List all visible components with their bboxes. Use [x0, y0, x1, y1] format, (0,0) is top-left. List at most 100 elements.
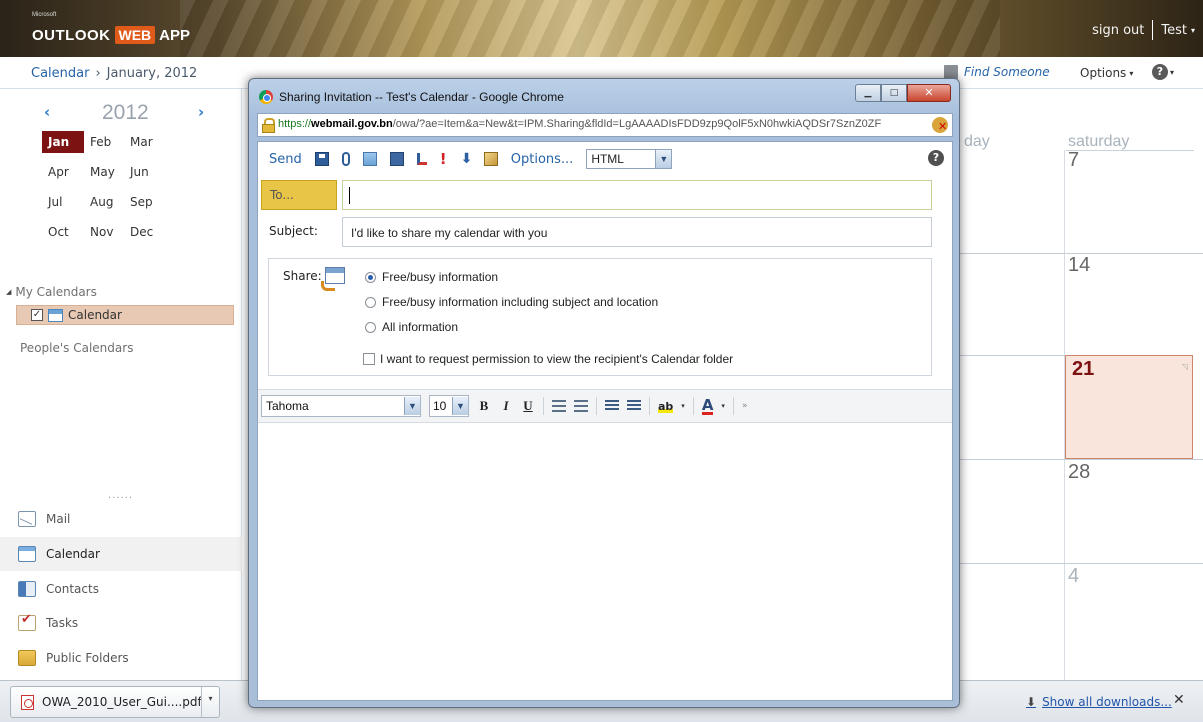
address-bar[interactable]: https://webmail.gov.bn/owa/?ae=Item&a=Ne…	[257, 113, 953, 137]
user-menu[interactable]: Test ▾	[1161, 23, 1195, 38]
check-names-icon[interactable]	[416, 153, 427, 165]
help-icon[interactable]: ?	[928, 150, 944, 166]
attach-icon[interactable]	[341, 152, 350, 166]
contacts-icon	[18, 581, 36, 597]
highlight-icon[interactable]: ab	[658, 399, 674, 413]
save-icon[interactable]	[314, 152, 329, 166]
options-button[interactable]: Options...	[511, 152, 574, 167]
nav-tasks[interactable]: Tasks	[0, 606, 242, 640]
message-format-select[interactable]: HTML ▼	[586, 149, 673, 169]
bullet-list-icon[interactable]	[552, 400, 566, 412]
share-option-freebusy-subject[interactable]: Free/busy information including subject …	[365, 295, 658, 309]
numbered-list-icon[interactable]	[574, 400, 588, 412]
logo-outlook: OUTLOOK	[32, 27, 111, 44]
nav-contacts[interactable]: Contacts	[0, 572, 242, 606]
low-importance-icon[interactable]: ⬇	[461, 152, 473, 166]
address-book-icon[interactable]	[389, 152, 404, 166]
month-jul[interactable]: Jul	[42, 191, 84, 213]
more-options-icon[interactable]: »	[742, 401, 748, 411]
date-cell-14[interactable]: 14	[1068, 254, 1090, 277]
today-date: 21	[1072, 358, 1095, 380]
request-permission-option[interactable]: I want to request permission to view the…	[363, 352, 733, 366]
toolbar-separator	[596, 397, 597, 415]
chevron-down-icon[interactable]: ▾	[721, 402, 725, 410]
high-importance-icon[interactable]: !	[440, 152, 448, 167]
date-cell-28[interactable]: 28	[1068, 461, 1090, 484]
radio-button[interactable]	[365, 296, 376, 308]
share-option-freebusy[interactable]: Free/busy information	[365, 270, 498, 284]
month-mar[interactable]: Mar	[124, 131, 164, 153]
owa-logo: Microsoft OUTLOOK WEB APP	[18, 12, 190, 44]
nav-mail[interactable]: Mail	[0, 502, 242, 536]
url-path: /owa/?ae=Item&a=New&t=IPM.Sharing&fldId=…	[392, 118, 882, 130]
insert-image-icon[interactable]	[362, 152, 377, 166]
nav-label: Tasks	[46, 616, 79, 630]
chevron-down-icon[interactable]: ▾	[681, 402, 685, 410]
show-all-downloads-link[interactable]: ⬇ Show all downloads...	[1026, 695, 1172, 709]
close-window-button[interactable]: ✕	[907, 84, 951, 102]
splitter-grip[interactable]: ......	[108, 490, 133, 501]
maximize-button[interactable]: □	[881, 84, 907, 102]
send-button[interactable]: Send	[269, 152, 302, 167]
window-titlebar[interactable]: Sharing Invitation -- Test's Calendar - …	[257, 84, 953, 107]
increase-indent-icon[interactable]	[627, 400, 641, 412]
calendar-list-item[interactable]: ✓ Calendar	[16, 305, 234, 325]
date-cell-7[interactable]: 7	[1068, 149, 1079, 172]
radio-button[interactable]	[365, 271, 376, 283]
month-nov[interactable]: Nov	[84, 221, 124, 243]
signature-icon[interactable]	[483, 152, 498, 166]
breadcrumb-calendar[interactable]: Calendar	[31, 66, 89, 81]
share-option-all[interactable]: All information	[365, 320, 458, 334]
nav-public-folders[interactable]: Public Folders	[0, 641, 242, 675]
nav-calendar[interactable]: Calendar	[0, 537, 242, 571]
to-button[interactable]: To...	[261, 180, 337, 210]
header-user-area: sign out Test ▾	[1092, 20, 1195, 40]
font-color-icon[interactable]: A	[701, 397, 714, 415]
compose-toolbar: Send ! ⬇ Options... HTML ▼ ?	[258, 142, 952, 176]
help-menu[interactable]: ? ▾	[1152, 64, 1174, 80]
request-permission-checkbox[interactable]	[363, 353, 375, 365]
to-field[interactable]	[342, 180, 932, 210]
month-feb[interactable]: Feb	[84, 131, 124, 153]
options-menu[interactable]: Options ▾	[1080, 66, 1133, 80]
month-jan[interactable]: Jan	[42, 131, 84, 153]
date-cell-4[interactable]: 4	[1068, 565, 1079, 588]
message-format-value: HTML	[591, 152, 624, 166]
radio-button[interactable]	[365, 321, 376, 333]
my-calendars-header[interactable]: ◢ My Calendars	[6, 285, 97, 299]
certificate-error-icon[interactable]	[932, 117, 948, 133]
month-may[interactable]: May	[84, 161, 124, 183]
chevron-down-icon: ▾	[1190, 25, 1195, 35]
nav-label: Calendar	[46, 547, 100, 561]
month-oct[interactable]: Oct	[42, 221, 84, 243]
nav-label: Public Folders	[46, 651, 129, 665]
month-jun[interactable]: Jun	[124, 161, 164, 183]
find-someone[interactable]: Find Someone	[944, 65, 1050, 79]
italic-button[interactable]: I	[499, 398, 513, 414]
prev-year-arrow-icon[interactable]: ‹	[44, 103, 50, 121]
next-year-arrow-icon[interactable]: ›	[198, 103, 204, 121]
subject-field[interactable]: I'd like to share my calendar with you	[342, 217, 932, 247]
month-aug[interactable]: Aug	[84, 191, 124, 213]
month-sep[interactable]: Sep	[124, 191, 164, 213]
download-item[interactable]: OWA_2010_User_Gui....pdf ▾	[10, 686, 220, 718]
month-dec[interactable]: Dec	[124, 221, 164, 243]
close-downloads-bar-icon[interactable]: ✕	[1173, 692, 1185, 708]
sign-out-link[interactable]: sign out	[1092, 23, 1144, 38]
font-family-select[interactable]: Tahoma ▼	[261, 395, 421, 417]
share-calendar-icon	[321, 267, 345, 293]
nav-label: Contacts	[46, 582, 99, 596]
minimize-button[interactable]: ▁	[855, 84, 881, 102]
underline-button[interactable]: U	[521, 398, 535, 414]
font-size-value: 10	[433, 399, 447, 413]
download-menu-button[interactable]: ▾	[201, 687, 219, 717]
calendar-item-label: Calendar	[68, 308, 122, 322]
decrease-indent-icon[interactable]	[605, 400, 619, 412]
message-body-editor[interactable]	[258, 424, 952, 700]
bold-button[interactable]: B	[477, 398, 491, 414]
calendar-checkbox[interactable]: ✓	[31, 309, 43, 321]
month-apr[interactable]: Apr	[42, 161, 84, 183]
today-cell[interactable]: 21 ◹	[1065, 355, 1193, 459]
font-size-select[interactable]: 10 ▼	[429, 395, 469, 417]
peoples-calendars-header[interactable]: People's Calendars	[20, 341, 133, 355]
